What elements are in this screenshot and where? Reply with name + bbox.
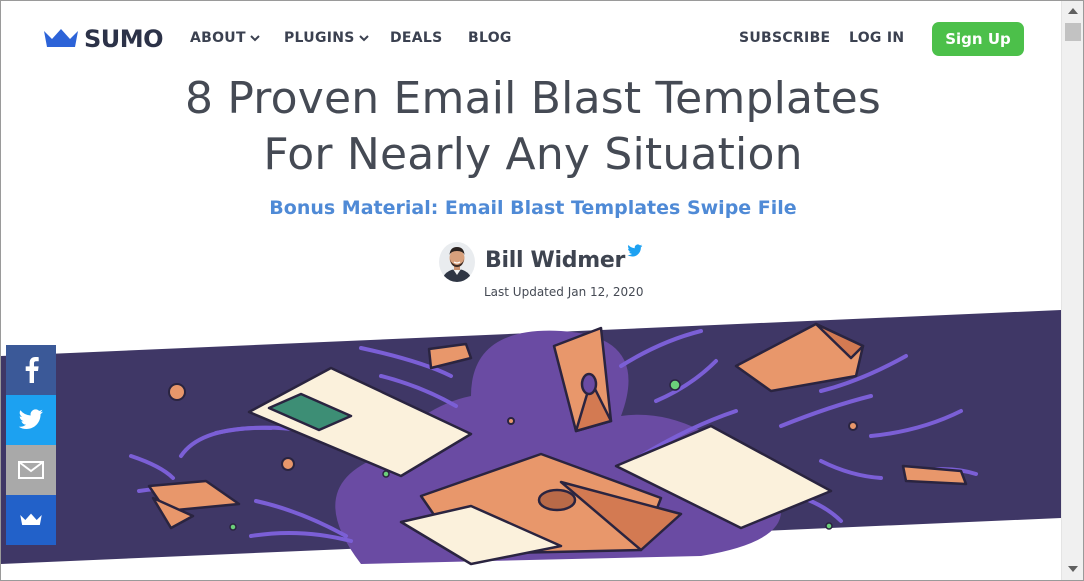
chevron-down-icon [358,34,369,41]
bonus-material-link[interactable]: Bonus Material: Email Blast Templates Sw… [81,197,985,219]
arrow-down-icon [1068,566,1078,572]
nav-login[interactable]: LOG IN [849,30,904,46]
signup-button[interactable]: Sign Up [932,22,1024,56]
sumo-logo[interactable]: SUMO [42,25,164,53]
arrow-up-icon [1068,8,1078,14]
title-line-1: 8 Proven Email Blast Templates [184,73,882,124]
page-title: 8 Proven Email Blast Templates For Nearl… [81,71,985,183]
twitter-icon[interactable] [627,244,643,258]
nav-plugins-label: PLUGINS [284,30,355,46]
author-byline: Bill Widmer [439,242,643,282]
author-avatar[interactable] [439,242,475,282]
browser-viewport: SUMO ABOUT PLUGINS DEALS BLOG SUBSCRIBE … [0,0,1084,581]
scroll-up-arrow[interactable] [1062,3,1083,19]
social-share-bar [6,345,56,545]
nav-about-label: ABOUT [190,30,246,46]
share-email-button[interactable] [6,445,56,495]
sumo-crown-icon [20,513,42,526]
hero-illustration [1,310,1061,566]
scrollbar-thumb[interactable] [1065,23,1081,41]
avatar-image [439,242,475,282]
share-facebook-button[interactable] [6,345,56,395]
nav-plugins[interactable]: PLUGINS [284,30,369,46]
top-navigation: SUMO ABOUT PLUGINS DEALS BLOG SUBSCRIBE … [1,1,1061,77]
nav-blog[interactable]: BLOG [468,30,512,46]
chevron-down-icon [250,34,260,41]
crown-icon [44,29,78,47]
nav-subscribe[interactable]: SUBSCRIBE [739,30,830,46]
author-name[interactable]: Bill Widmer [485,242,625,280]
facebook-icon [25,357,39,383]
last-updated-date: Last Updated Jan 12, 2020 [484,285,644,299]
title-line-2: For Nearly Any Situation [263,129,803,180]
share-sumo-button[interactable] [6,495,56,545]
twitter-icon [18,409,43,429]
nav-deals[interactable]: DEALS [390,30,443,46]
scroll-down-arrow[interactable] [1062,561,1083,577]
share-twitter-button[interactable] [6,395,56,445]
nav-about[interactable]: ABOUT [190,30,260,46]
email-icon [18,461,44,479]
logo-wordmark: SUMO [84,25,164,53]
vertical-scrollbar[interactable] [1061,1,1083,580]
